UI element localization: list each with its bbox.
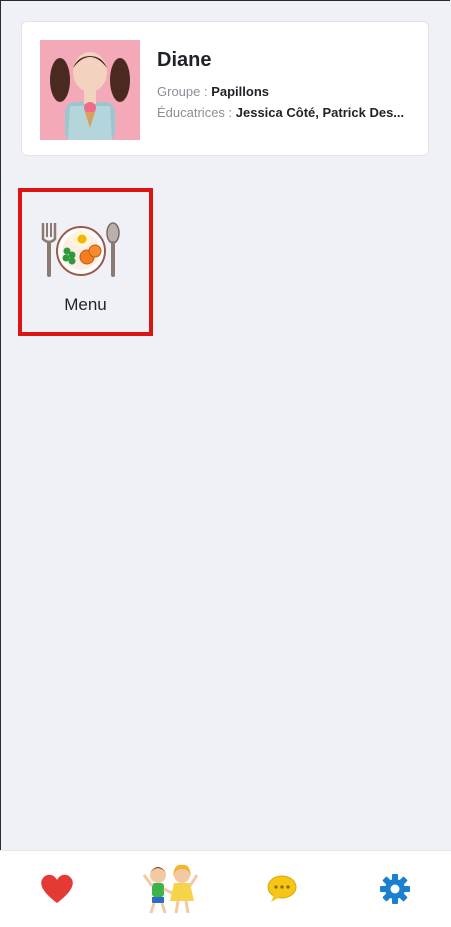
child-name: Diane (157, 49, 212, 71)
group-label: Groupe : (157, 84, 212, 99)
menu-tile[interactable]: Menu (18, 188, 153, 336)
nav-kids-button[interactable] (125, 851, 215, 927)
bottom-nav (0, 850, 451, 927)
child-photo (40, 40, 140, 140)
educators-value: Jessica Côté, Patrick Des... (235, 105, 405, 120)
nav-heart-button[interactable] (12, 851, 102, 927)
educators-label: Éducatrices : (157, 105, 236, 120)
heart-icon (41, 874, 73, 903)
educators-line: Éducatrices : Jessica Côté, Patrick Des.… (157, 105, 412, 120)
menu-label: Menu (64, 295, 107, 314)
group-value: Papillons (211, 84, 269, 99)
kids-icon (142, 864, 199, 914)
nav-settings-button[interactable] (350, 851, 440, 927)
child-profile-card[interactable]: Diane Groupe : Papillons Éducatrices : J… (21, 21, 429, 156)
group-line: Groupe : Papillons (157, 84, 269, 99)
meal-plate-icon (41, 222, 120, 277)
nav-chat-button[interactable] (237, 851, 327, 927)
gear-icon (380, 874, 410, 904)
chat-bubble-icon (267, 875, 297, 902)
child-avatar-image (40, 40, 140, 140)
